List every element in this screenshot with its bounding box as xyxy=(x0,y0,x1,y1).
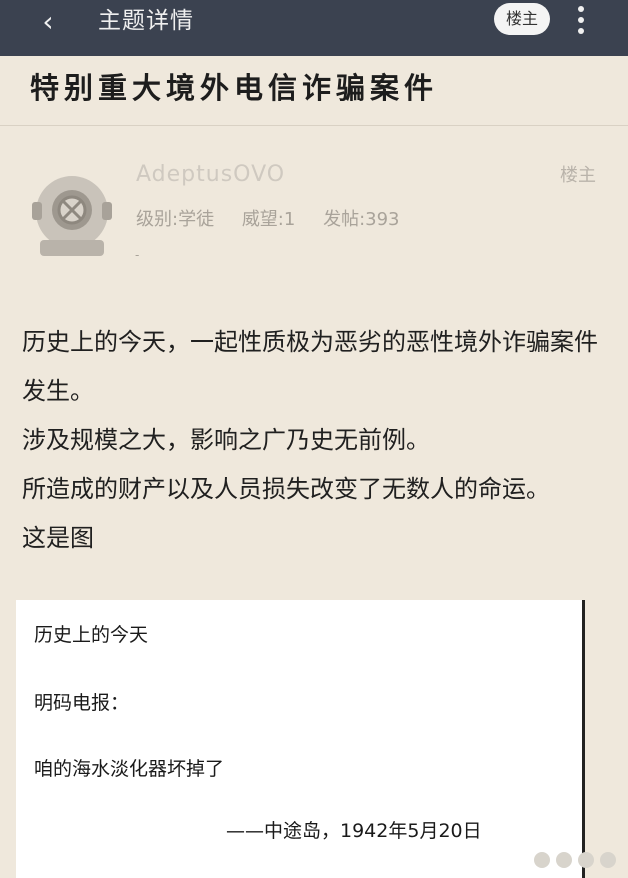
page-title: 主题详情 xyxy=(98,8,194,34)
author-level: 级别:学徒 xyxy=(136,209,215,230)
top-bar: ‹ 主题详情 楼主 xyxy=(0,0,628,56)
author-meta: 级别:学徒 威望:1 发帖:393 xyxy=(136,205,422,231)
post-content: 历史上的今天，一起性质极为恶劣的恶性境外诈骗案件发生。 涉及规模之大，影响之广乃… xyxy=(22,318,607,563)
post-paragraph: 所造成的财产以及人员损失改变了无数人的命运。 xyxy=(22,475,550,503)
divider xyxy=(0,125,628,126)
diving-helmet-icon xyxy=(32,176,112,256)
image-line-2: 明码电报： xyxy=(34,692,130,714)
image-signature: ——中途岛，1942年5月20日 xyxy=(226,820,482,842)
more-menu-button[interactable] xyxy=(576,2,586,42)
signature-dash: - xyxy=(135,248,140,262)
post-paragraph: 这是图 xyxy=(22,524,94,552)
back-button[interactable]: ‹ xyxy=(30,4,66,40)
author-reputation: 威望:1 xyxy=(241,209,296,230)
post-paragraph: 涉及规模之大，影响之广乃史无前例。 xyxy=(22,426,430,454)
image-line-1: 历史上的今天 xyxy=(34,624,149,646)
author-name[interactable]: AdeptusOVO xyxy=(136,162,285,187)
thread-title: 特别重大境外电信诈骗案件 xyxy=(30,71,439,105)
chevron-left-icon: ‹ xyxy=(42,5,54,38)
floor-label: 楼主 xyxy=(560,165,596,186)
image-line-3: 咱的海水淡化器坏掉了 xyxy=(34,758,225,780)
author-post-count: 发帖:393 xyxy=(323,209,400,230)
more-vertical-icon xyxy=(576,6,586,34)
post-paragraph: 历史上的今天，一起性质极为恶劣的恶性境外诈骗案件发生。 xyxy=(22,328,598,405)
avatar[interactable] xyxy=(26,172,118,258)
post-image[interactable]: 历史上的今天 明码电报： 咱的海水淡化器坏掉了 ——中途岛，1942年5月20日 xyxy=(16,600,585,878)
watermark-icon xyxy=(534,852,616,868)
only-owner-button[interactable]: 楼主 xyxy=(494,3,550,35)
